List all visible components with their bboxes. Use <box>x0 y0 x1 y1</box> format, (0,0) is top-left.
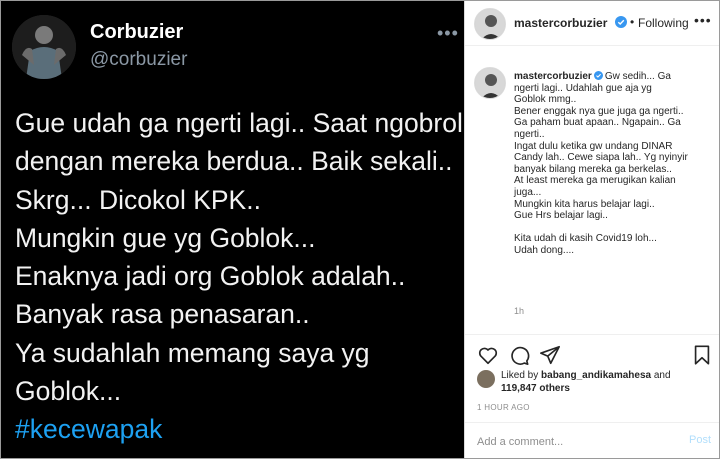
caption-time[interactable]: 1h <box>514 306 524 316</box>
caption-username[interactable]: mastercorbuzier <box>514 71 592 82</box>
tweet-line: Mungkin gue yg Goblok... <box>15 222 316 253</box>
caption-line: banyak bilang mereka ga berkelas.. <box>514 163 672 175</box>
tweet-line: Ya sudahlah memang saya yg <box>15 337 370 368</box>
following-button[interactable]: Following <box>638 16 689 30</box>
tweet-more-icon: ••• <box>437 23 459 43</box>
liker-username[interactable]: babang_andikamahesa <box>541 370 651 381</box>
likes-row: Liked by babang_andikamahesa and 119,847… <box>465 367 719 397</box>
caption-line: Bener enggak nya gue juga ga ngerti.. <box>514 105 684 117</box>
heart-icon[interactable] <box>477 344 499 366</box>
caption-line: Candy lah.. Cewe siapa lah.. Yg nyinyir <box>514 152 688 164</box>
caption-line: Ingat dulu ketika gw undang DINAR <box>514 140 673 152</box>
post-header: mastercorbuzier • Following ••• <box>465 1 719 46</box>
caption-line: ngerti.. <box>514 128 545 140</box>
instagram-panel: mastercorbuzier • Following ••• masterco… <box>464 1 719 458</box>
verified-badge-icon <box>593 71 603 80</box>
caption-line: Gue Hrs belajar lagi.. <box>514 210 608 222</box>
tweet-avatar <box>12 15 76 79</box>
tweet-line: Enaknya jadi org Goblok adalah.. <box>15 261 406 292</box>
header-dot: • <box>630 15 635 29</box>
likes-count[interactable]: 119,847 others <box>501 383 570 394</box>
comment-icon[interactable] <box>508 344 530 366</box>
comment-input[interactable] <box>477 434 672 450</box>
tweet-line: Skrg... Dicokol KPK.. <box>15 184 261 215</box>
likes-and: and <box>651 370 671 381</box>
post-timestamp[interactable]: 1 HOUR AGO <box>477 403 530 412</box>
likes-prefix: Liked by <box>501 370 542 381</box>
caption-avatar[interactable] <box>474 67 506 99</box>
tweet-line: Banyak rasa penasaran.. <box>15 299 310 330</box>
tweet-line: dengan mereka berdua.. Baik sekali.. <box>15 146 453 177</box>
caption-line: Mungkin kita harus belajar lagi.. <box>514 198 655 210</box>
tweet-line: Goblok... <box>15 376 122 407</box>
caption-area: mastercorbuzier Gw sedih... Ga ngerti lag… <box>465 47 719 334</box>
caption-gap <box>514 222 714 234</box>
screenshot-frame: Corbuzier @corbuzier ••• Gue udah ga nge… <box>0 0 720 459</box>
caption-line: At least mereka ga merugikan kalian <box>514 175 676 187</box>
header-avatar[interactable] <box>474 8 506 40</box>
liker-avatar[interactable] <box>477 370 495 388</box>
caption-line: Ga paham buat apaan.. Ngapain.. Ga <box>514 117 681 129</box>
verified-badge-icon <box>615 16 627 28</box>
tweet-display-name: Corbuzier <box>90 21 184 43</box>
tweet-image: Corbuzier @corbuzier ••• Gue udah ga nge… <box>1 1 464 458</box>
tweet-line: Gue udah ga ngerti lagi.. Saat ngobrol <box>15 108 463 138</box>
tweet-handle: @corbuzier <box>90 49 188 70</box>
post-caption: mastercorbuzier Gw sedih... Ga ngerti lag… <box>514 71 714 257</box>
caption-line: ngerti lagi.. Udahlah gue aja yg <box>514 82 652 94</box>
caption-line: Kita udah di kasih Covid19 loh... <box>514 233 657 245</box>
caption-line: Gw sedih... Ga <box>604 71 671 82</box>
tweet-body: Gue udah ga ngerti lagi.. Saat ngobrol d… <box>15 104 463 449</box>
share-icon[interactable] <box>539 344 561 366</box>
caption-line: juga... <box>514 186 542 198</box>
likes-text: Liked by babang_andikamahesa and 119,847… <box>501 370 716 395</box>
header-username[interactable]: mastercorbuzier <box>514 16 607 30</box>
bookmark-icon[interactable] <box>691 344 713 366</box>
comment-box: Post <box>465 422 719 458</box>
caption-line: Goblok mmg.. <box>514 94 577 106</box>
more-options-icon[interactable]: ••• <box>694 12 712 28</box>
caption-line: Udah dong.... <box>514 244 575 256</box>
tweet-hashtag: #kecewapak <box>15 414 163 445</box>
post-button[interactable]: Post <box>689 434 711 446</box>
